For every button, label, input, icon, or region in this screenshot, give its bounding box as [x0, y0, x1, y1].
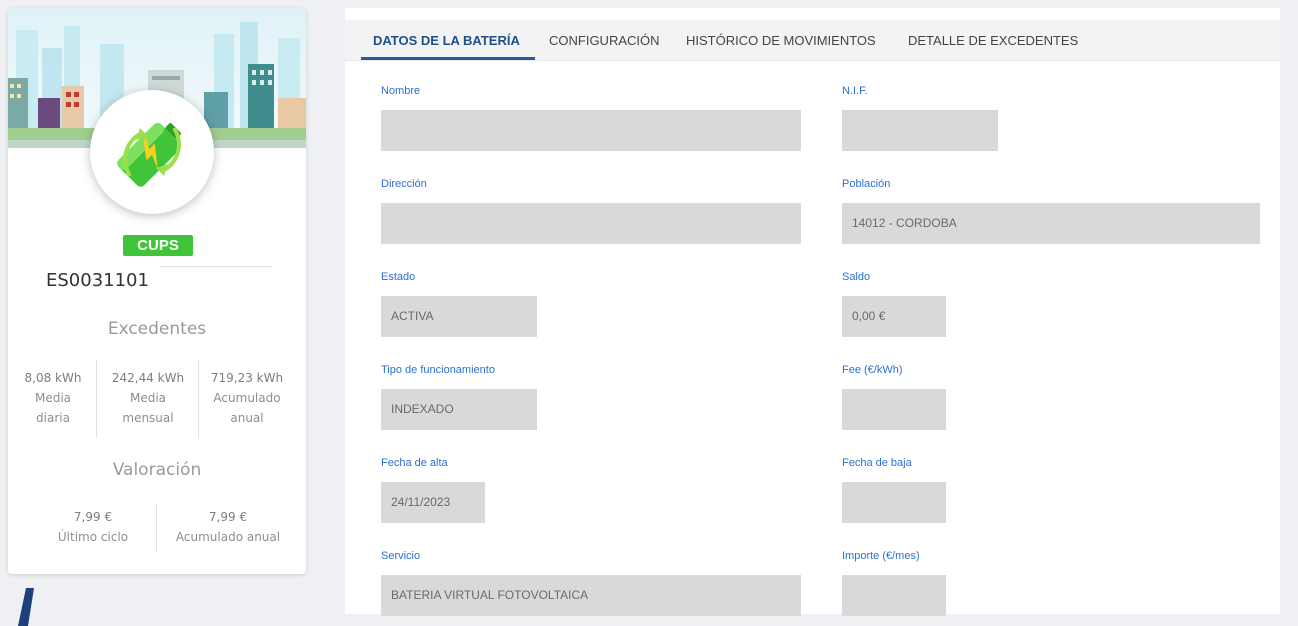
estado-label: Estado	[381, 271, 416, 283]
importe-field[interactable]	[842, 575, 946, 616]
fecha-alta-field[interactable]	[381, 482, 485, 523]
cups-code: ES0031101	[46, 270, 149, 291]
excedentes-title: Excedentes	[107, 319, 207, 339]
tipo-funcionamiento-field[interactable]	[381, 389, 537, 430]
stat-divider	[156, 503, 157, 553]
stat-media-mensual: 242,44 kWh Media mensual	[98, 368, 198, 428]
stat-value: 7,99 €	[73, 510, 113, 524]
cups-badge: CUPS	[123, 235, 193, 256]
direccion-label: Dirección	[381, 178, 427, 190]
poblacion-label: Población	[842, 178, 891, 190]
stat-value: 7,99 €	[208, 510, 248, 524]
cups-divider	[160, 266, 272, 267]
stat-label-line2: mensual	[122, 411, 174, 425]
battery-recycle-icon	[117, 122, 182, 187]
stat-value: 242,44 kWh	[111, 371, 185, 385]
estado-field[interactable]	[381, 296, 537, 337]
saldo-field[interactable]	[842, 296, 946, 337]
active-tab-indicator	[361, 57, 535, 60]
fee-field[interactable]	[842, 389, 946, 430]
stat-divider	[96, 360, 97, 438]
stat-label: Acumulado anual	[175, 530, 281, 544]
nif-field[interactable]	[842, 110, 998, 151]
tab-datos-bateria[interactable]: DATOS DE LA BATERÍA	[373, 33, 520, 48]
stat-label-line2: diaria	[36, 411, 70, 425]
tab-detalle-excedentes[interactable]: DETALLE DE EXCEDENTES	[908, 33, 1078, 48]
nif-label: N.I.F.	[842, 85, 868, 97]
stat-acumulado-anual: 719,23 kWh Acumulado anual	[198, 368, 296, 428]
stat-acumulado-anual-valor: 7,99 € Acumulado anual	[158, 507, 298, 547]
valoracion-title: Valoración	[112, 460, 202, 480]
stat-ultimo-ciclo: 7,99 € Último ciclo	[28, 507, 158, 547]
stat-label-line1: Acumulado	[213, 391, 281, 405]
battery-profile-card: CUPS ES0031101 Excedentes 8,08 kWh Media…	[8, 8, 306, 574]
stat-media-diaria: 8,08 kWh Media diaria	[8, 368, 98, 428]
decorative-stroke	[18, 588, 34, 626]
tab-configuracion[interactable]: CONFIGURACIÓN	[549, 33, 660, 48]
stat-label-line1: Media	[34, 391, 72, 405]
direccion-field[interactable]	[381, 203, 801, 244]
saldo-label: Saldo	[842, 271, 871, 283]
tipo-funcionamiento-label: Tipo de funcionamiento	[381, 364, 495, 376]
poblacion-field[interactable]	[842, 203, 1260, 244]
servicio-label: Servicio	[381, 550, 421, 562]
fee-label: Fee (€/kWh)	[842, 364, 903, 376]
servicio-field[interactable]	[381, 575, 801, 616]
stat-value: 8,08 kWh	[24, 371, 82, 385]
fecha-alta-label: Fecha de alta	[381, 457, 448, 469]
nombre-label: Nombre	[381, 85, 421, 97]
battery-avatar	[90, 90, 214, 214]
tab-historico-movimientos[interactable]: HISTÓRICO DE MOVIMIENTOS	[686, 33, 876, 48]
stat-label: Último ciclo	[57, 530, 129, 544]
stat-label-line2: anual	[230, 411, 264, 425]
nombre-field[interactable]	[381, 110, 801, 151]
battery-data-panel: DATOS DE LA BATERÍA CONFIGURACIÓN HISTÓR…	[345, 8, 1280, 616]
fecha-baja-field[interactable]	[842, 482, 946, 523]
fecha-baja-label: Fecha de baja	[842, 457, 912, 469]
stat-value: 719,23 kWh	[210, 371, 284, 385]
stat-label-line1: Media	[129, 391, 167, 405]
importe-label: Importe (€/mes)	[842, 550, 920, 562]
tab-bar: DATOS DE LA BATERÍA CONFIGURACIÓN HISTÓR…	[345, 20, 1280, 61]
